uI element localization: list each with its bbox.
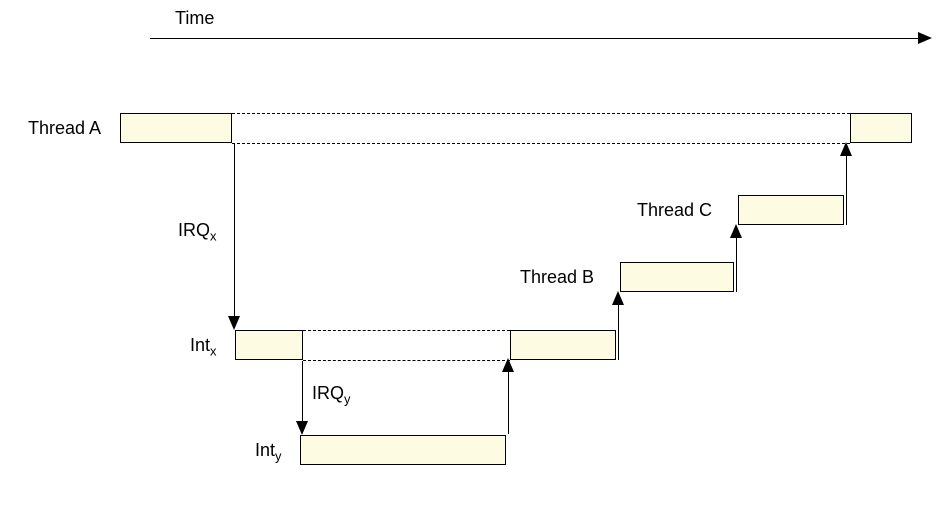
thread-c-box <box>738 195 844 225</box>
int-x-dash-bottom <box>303 360 510 361</box>
thread-a-dash-top <box>232 113 850 114</box>
thread-a-box-2 <box>850 113 912 143</box>
int-x-dash-top <box>303 330 510 331</box>
thread-a-dash-bottom <box>232 143 850 144</box>
int-x-box-2 <box>510 330 616 360</box>
irq-x-arrow <box>234 144 235 328</box>
irq-y-label: IRQy <box>312 383 351 407</box>
int-x-box-1 <box>235 330 303 360</box>
return-arrow-intx-threadb <box>618 293 619 360</box>
time-axis-arrow <box>150 38 930 39</box>
int-x-label: Intx <box>190 335 217 359</box>
return-arrow-inty-intx <box>508 360 509 434</box>
thread-a-label: Thread A <box>28 118 101 139</box>
return-arrow-threadc-threada <box>846 144 847 225</box>
return-arrow-threadb-threadc <box>736 226 737 292</box>
int-y-box <box>300 435 506 465</box>
thread-b-label: Thread B <box>520 267 594 288</box>
time-axis-label: Time <box>175 8 214 29</box>
thread-b-box <box>620 262 734 292</box>
irq-x-label: IRQx <box>178 220 217 244</box>
irq-y-arrow <box>302 361 303 433</box>
thread-c-label: Thread C <box>637 200 712 221</box>
thread-a-box-1 <box>120 113 232 143</box>
int-y-label: Inty <box>255 440 282 464</box>
